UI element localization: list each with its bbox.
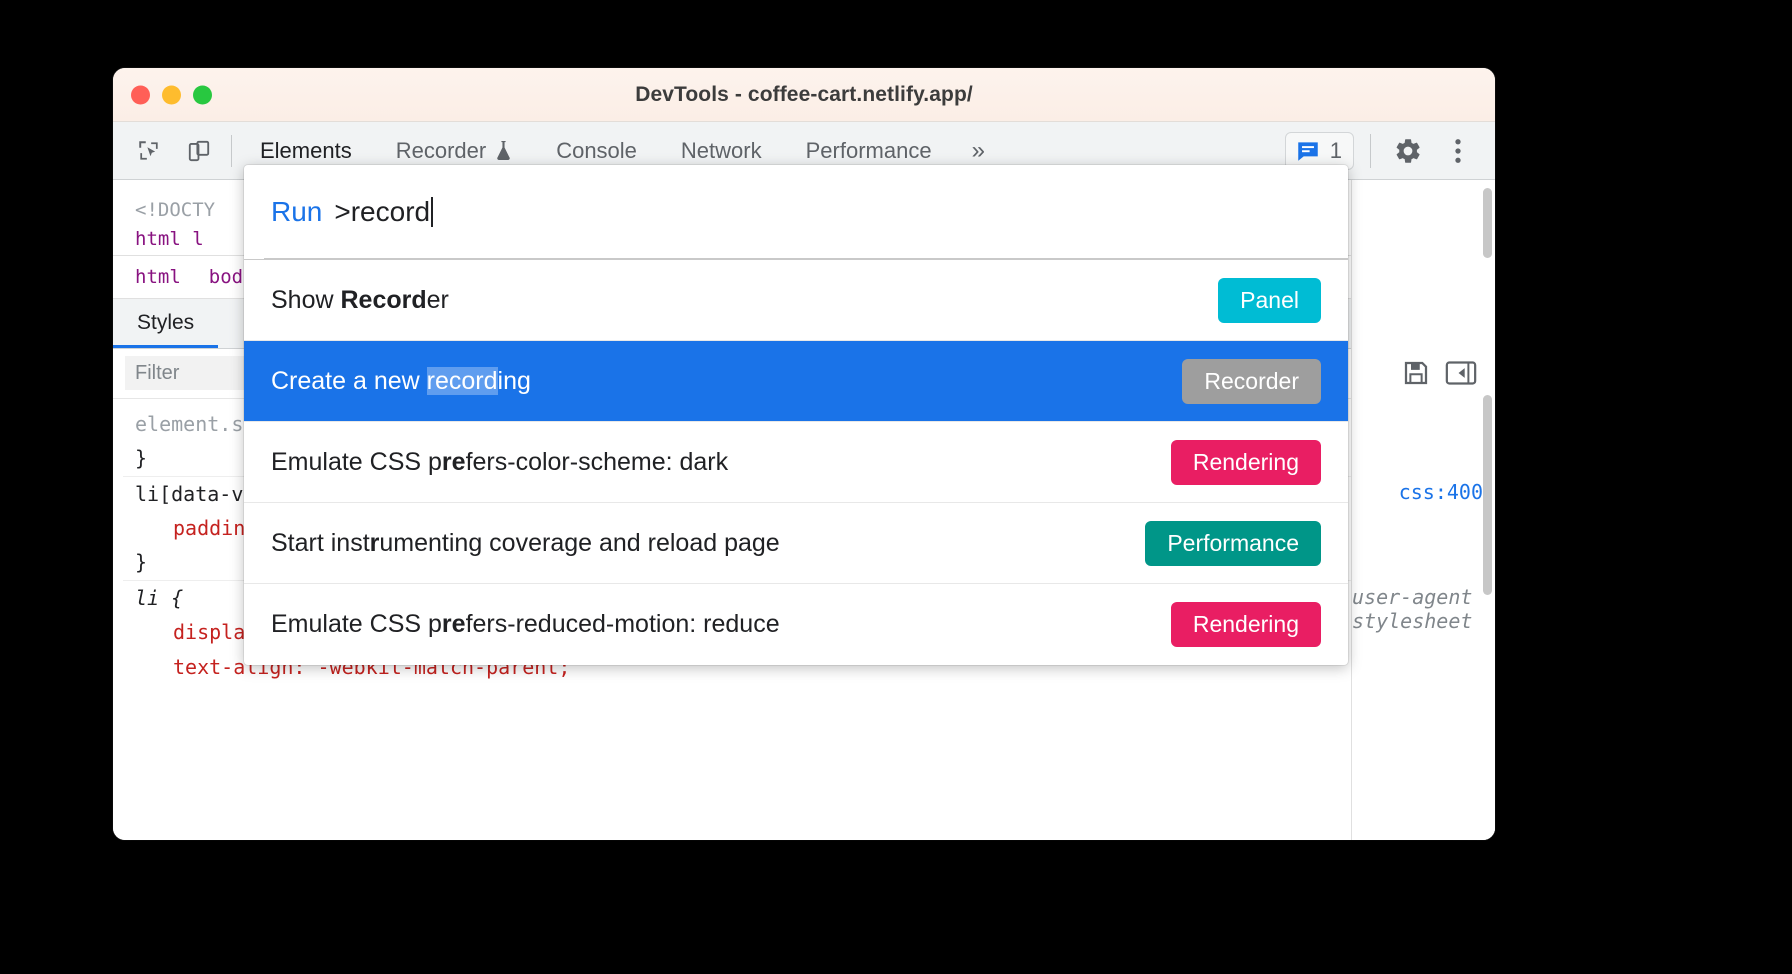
command-label: Show Recorder xyxy=(271,286,449,315)
command-label-before: Create a new xyxy=(271,366,427,395)
command-label-match: re xyxy=(441,610,466,638)
command-palette-prefix: Run xyxy=(271,196,323,227)
window-titlebar: DevTools - coffee-cart.netlify.app/ xyxy=(113,68,1495,122)
message-count-label: 1 xyxy=(1329,137,1342,163)
command-list: Show Recorder Panel Create a new recordi… xyxy=(244,260,1348,665)
toggle-sidebar-icon[interactable] xyxy=(1445,358,1477,388)
command-label-match: Record xyxy=(340,285,427,314)
command-palette-input-row[interactable]: Run >record xyxy=(244,165,1348,260)
flask-icon xyxy=(495,140,512,161)
command-label-before: Emulate CSS p xyxy=(271,447,442,476)
command-label: Emulate CSS prefers-color-scheme: dark xyxy=(271,448,728,477)
more-tabs-icon[interactable]: » xyxy=(954,137,1001,165)
command-label-after: er xyxy=(426,285,449,314)
devtools-window: DevTools - coffee-cart.netlify.app/ Elem… xyxy=(113,68,1495,840)
elements-scrollbar[interactable] xyxy=(1483,188,1492,258)
command-palette-input[interactable]: >record xyxy=(334,196,430,228)
window-title: DevTools - coffee-cart.netlify.app/ xyxy=(635,82,973,106)
command-palette: Run >record Show Recorder Panel Create a… xyxy=(244,165,1348,665)
command-badge: Rendering xyxy=(1170,439,1321,485)
toolbar-left-icons xyxy=(113,132,231,170)
user-agent-stylesheet-label: user-agent stylesheet xyxy=(1352,585,1473,633)
screenshot-root: DevTools - coffee-cart.netlify.app/ Elem… xyxy=(0,0,1792,974)
command-badge: Performance xyxy=(1145,520,1321,566)
toolbar-right-divider xyxy=(1370,133,1371,168)
command-badge: Rendering xyxy=(1170,602,1321,647)
command-label-match: re xyxy=(441,447,466,476)
command-label-before: Emulate CSS p xyxy=(271,610,442,638)
command-badge: Recorder xyxy=(1182,358,1321,404)
command-label: Start instrumenting coverage and reload … xyxy=(271,529,780,558)
command-label: Create a new recording xyxy=(271,366,531,396)
command-row-start-coverage[interactable]: Start instrumenting coverage and reload … xyxy=(244,503,1348,584)
styles-scrollbar[interactable] xyxy=(1483,395,1492,595)
command-label-after: fers-reduced-motion: reduce xyxy=(465,610,780,638)
command-label-after: ing xyxy=(497,366,531,395)
gear-icon[interactable] xyxy=(1387,130,1429,172)
traffic-lights xyxy=(131,85,212,104)
save-icon[interactable] xyxy=(1401,358,1431,388)
maximize-window-button[interactable] xyxy=(193,85,212,104)
command-row-prefers-reduced-motion[interactable]: Emulate CSS prefers-reduced-motion: redu… xyxy=(244,584,1348,665)
styles-right-pane: css:400 user-agent stylesheet xyxy=(1351,180,1495,840)
tab-styles[interactable]: Styles xyxy=(113,311,219,348)
command-label-after: umenting coverage and reload page xyxy=(379,528,780,557)
command-row-prefers-color-scheme-dark[interactable]: Emulate CSS prefers-color-scheme: dark R… xyxy=(244,422,1348,503)
device-toolbar-icon[interactable] xyxy=(179,132,219,170)
text-caret xyxy=(431,197,434,227)
inspect-element-icon[interactable] xyxy=(129,132,169,170)
command-label-match: r xyxy=(369,528,380,557)
breadcrumb-item-body[interactable]: bod xyxy=(209,266,243,288)
toolbar-divider xyxy=(231,134,232,167)
minimize-window-button[interactable] xyxy=(162,85,181,104)
command-label-match: record xyxy=(426,366,498,395)
message-bubble-icon xyxy=(1295,138,1321,164)
css-source-link[interactable]: css:400 xyxy=(1399,480,1483,504)
command-label-before: Start inst xyxy=(271,528,370,557)
command-row-show-recorder[interactable]: Show Recorder Panel xyxy=(244,260,1348,341)
message-count-button[interactable]: 1 xyxy=(1284,131,1354,170)
command-badge: Panel xyxy=(1218,277,1321,323)
breadcrumb-item-html[interactable]: html xyxy=(135,266,181,288)
styles-pane-tools xyxy=(1401,358,1477,388)
command-label: Emulate CSS prefers-reduced-motion: redu… xyxy=(271,610,780,639)
close-window-button[interactable] xyxy=(131,85,150,104)
command-label-before: Show xyxy=(271,285,341,314)
command-row-create-new-recording[interactable]: Create a new recording Recorder xyxy=(244,341,1348,422)
command-label-after: fers-color-scheme: dark xyxy=(465,447,729,476)
three-dot-menu-icon[interactable] xyxy=(1437,130,1479,172)
